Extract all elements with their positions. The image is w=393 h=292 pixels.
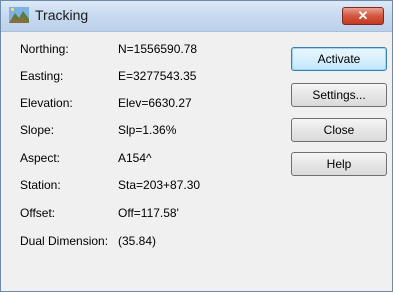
elevation-value: Elev=6630.27 (118, 96, 192, 110)
aspect-value: A154^ (118, 151, 152, 165)
station-label: Station: (20, 178, 61, 192)
close-button[interactable]: Close (291, 118, 387, 142)
slope-label: Slope: (20, 123, 55, 137)
northing-label: Northing: (20, 42, 69, 56)
field-slope: Slope: Slp=1.36% (20, 123, 280, 139)
slope-value: Slp=1.36% (118, 123, 177, 137)
window-title: Tracking (35, 7, 89, 23)
window-close-button[interactable]: ✕ (342, 7, 384, 25)
aspect-label: Aspect: (20, 151, 61, 165)
field-offset: Offset: Off=117.58' (20, 206, 280, 222)
easting-value: E=3277543.35 (118, 69, 197, 83)
dual-dimension-value: (35.84) (118, 234, 157, 248)
field-dual-dimension: Dual Dimension: (35.84) (20, 234, 280, 250)
settings-button[interactable]: Settings... (291, 83, 387, 107)
field-northing: Northing: N=1556590.78 (20, 42, 280, 58)
help-button[interactable]: Help (291, 152, 387, 176)
close-icon: ✕ (357, 8, 369, 23)
title-bar[interactable]: Tracking ✕ (1, 1, 392, 32)
field-aspect: Aspect: A154^ (20, 151, 280, 167)
tracking-app-icon (9, 7, 29, 23)
northing-value: N=1556590.78 (118, 42, 198, 56)
dual-dimension-label: Dual Dimension: (20, 234, 109, 248)
tracking-panel: Northing: N=1556590.78 Easting: E=327754… (2, 32, 391, 290)
field-elevation: Elevation: Elev=6630.27 (20, 96, 280, 112)
field-easting: Easting: E=3277543.35 (20, 69, 280, 85)
activate-button[interactable]: Activate (291, 47, 387, 71)
field-station: Station: Sta=203+87.30 (20, 178, 280, 194)
station-value: Sta=203+87.30 (118, 178, 201, 192)
elevation-label: Elevation: (20, 96, 73, 110)
offset-value: Off=117.58' (118, 206, 179, 220)
tracking-window: Tracking ✕ Northing: N=1556590.78 Eastin… (0, 0, 393, 292)
offset-label: Offset: (20, 206, 56, 220)
easting-label: Easting: (20, 69, 64, 83)
